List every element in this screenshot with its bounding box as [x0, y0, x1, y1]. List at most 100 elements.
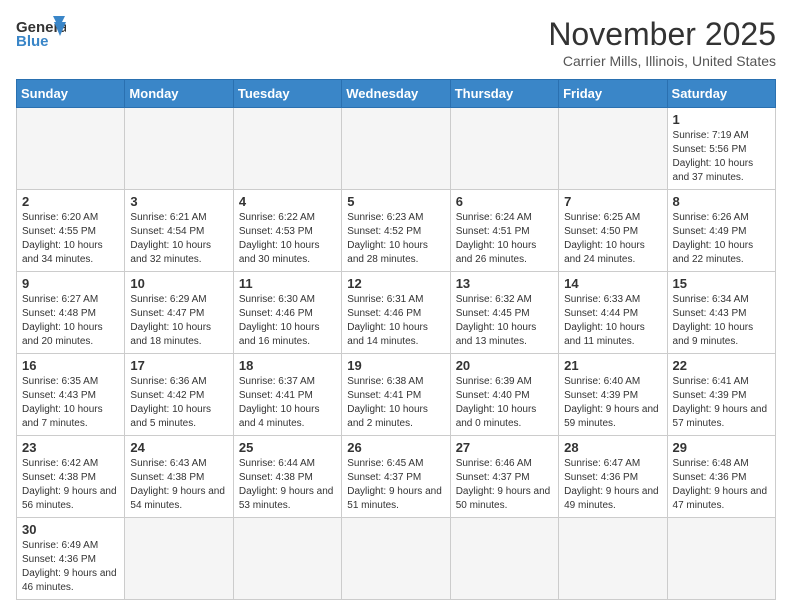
calendar-day-empty: [233, 108, 341, 190]
day-number: 20: [456, 358, 553, 373]
day-info: Sunrise: 6:20 AM Sunset: 4:55 PM Dayligh…: [22, 211, 119, 267]
day-number: 6: [456, 194, 553, 209]
day-number: 28: [564, 440, 661, 455]
day-of-week-saturday: Saturday: [667, 80, 775, 108]
day-info: Sunrise: 6:30 AM Sunset: 4:46 PM Dayligh…: [239, 293, 336, 349]
day-of-week-friday: Friday: [559, 80, 667, 108]
calendar-day-9: 9 Sunrise: 6:27 AM Sunset: 4:48 PM Daylig…: [17, 272, 125, 354]
calendar-day-empty: [342, 518, 450, 600]
day-info: Sunrise: 6:24 AM Sunset: 4:51 PM Dayligh…: [456, 211, 553, 267]
day-of-week-tuesday: Tuesday: [233, 80, 341, 108]
day-number: 29: [673, 440, 770, 455]
month-title: November 2025: [548, 16, 776, 53]
calendar-day-29: 29 Sunrise: 6:48 AM Sunset: 4:36 PM Dayli…: [667, 436, 775, 518]
calendar-day-12: 12Sunrise: 6:31 AM Sunset: 4:46 PM Dayli…: [342, 272, 450, 354]
calendar-day-empty: [125, 518, 233, 600]
day-number: 9: [22, 276, 119, 291]
day-info: Sunrise: 6:25 AM Sunset: 4:50 PM Dayligh…: [564, 211, 661, 267]
day-info: Sunrise: 6:47 AM Sunset: 4:36 PM Dayligh…: [564, 457, 661, 513]
day-number: 24: [130, 440, 227, 455]
day-info: Sunrise: 6:29 AM Sunset: 4:47 PM Dayligh…: [130, 293, 227, 349]
day-info: Sunrise: 6:48 AM Sunset: 4:36 PM Dayligh…: [673, 457, 770, 513]
day-number: 14: [564, 276, 661, 291]
calendar-day-5: 5Sunrise: 6:23 AM Sunset: 4:52 PM Daylig…: [342, 190, 450, 272]
logo-area: General Blue: [16, 16, 66, 52]
day-number: 2: [22, 194, 119, 209]
calendar-day-empty: [559, 108, 667, 190]
day-info: Sunrise: 6:32 AM Sunset: 4:45 PM Dayligh…: [456, 293, 553, 349]
calendar-day-3: 3 Sunrise: 6:21 AM Sunset: 4:54 PM Daylig…: [125, 190, 233, 272]
day-info: Sunrise: 6:26 AM Sunset: 4:49 PM Dayligh…: [673, 211, 770, 267]
calendar-table: SundayMondayTuesdayWednesdayThursdayFrid…: [16, 79, 776, 600]
calendar-day-14: 14Sunrise: 6:33 AM Sunset: 4:44 PM Dayli…: [559, 272, 667, 354]
calendar-day-18: 18Sunrise: 6:37 AM Sunset: 4:41 PM Dayli…: [233, 354, 341, 436]
day-info: Sunrise: 6:45 AM Sunset: 4:37 PM Dayligh…: [347, 457, 444, 513]
day-number: 4: [239, 194, 336, 209]
day-number: 7: [564, 194, 661, 209]
day-info: Sunrise: 6:38 AM Sunset: 4:41 PM Dayligh…: [347, 375, 444, 431]
calendar-day-10: 10Sunrise: 6:29 AM Sunset: 4:47 PM Dayli…: [125, 272, 233, 354]
calendar-day-16: 16 Sunrise: 6:35 AM Sunset: 4:43 PM Dayli…: [17, 354, 125, 436]
day-number: 17: [130, 358, 227, 373]
day-number: 19: [347, 358, 444, 373]
day-number: 8: [673, 194, 770, 209]
calendar-week-row: 9 Sunrise: 6:27 AM Sunset: 4:48 PM Daylig…: [17, 272, 776, 354]
day-of-week-wednesday: Wednesday: [342, 80, 450, 108]
calendar-day-28: 28 Sunrise: 6:47 AM Sunset: 4:36 PM Dayli…: [559, 436, 667, 518]
day-number: 12: [347, 276, 444, 291]
day-number: 23: [22, 440, 119, 455]
day-info: Sunrise: 6:37 AM Sunset: 4:41 PM Dayligh…: [239, 375, 336, 431]
calendar-day-20: 20Sunrise: 6:39 AM Sunset: 4:40 PM Dayli…: [450, 354, 558, 436]
calendar-week-row: 2 Sunrise: 6:20 AM Sunset: 4:55 PM Daylig…: [17, 190, 776, 272]
calendar-day-26: 26Sunrise: 6:45 AM Sunset: 4:37 PM Dayli…: [342, 436, 450, 518]
day-info: Sunrise: 6:34 AM Sunset: 4:43 PM Dayligh…: [673, 293, 770, 349]
day-info: Sunrise: 6:42 AM Sunset: 4:38 PM Dayligh…: [22, 457, 119, 513]
calendar-day-15: 15 Sunrise: 6:34 AM Sunset: 4:43 PM Dayli…: [667, 272, 775, 354]
day-number: 5: [347, 194, 444, 209]
day-info: Sunrise: 6:21 AM Sunset: 4:54 PM Dayligh…: [130, 211, 227, 267]
day-of-week-thursday: Thursday: [450, 80, 558, 108]
day-number: 3: [130, 194, 227, 209]
calendar-day-21: 21Sunrise: 6:40 AM Sunset: 4:39 PM Dayli…: [559, 354, 667, 436]
calendar-day-22: 22 Sunrise: 6:41 AM Sunset: 4:39 PM Dayli…: [667, 354, 775, 436]
day-info: Sunrise: 6:46 AM Sunset: 4:37 PM Dayligh…: [456, 457, 553, 513]
calendar-day-empty: [233, 518, 341, 600]
calendar-header-row: SundayMondayTuesdayWednesdayThursdayFrid…: [17, 80, 776, 108]
calendar-day-8: 8 Sunrise: 6:26 AM Sunset: 4:49 PM Daylig…: [667, 190, 775, 272]
calendar-day-empty: [450, 518, 558, 600]
calendar-day-11: 11 Sunrise: 6:30 AM Sunset: 4:46 PM Dayli…: [233, 272, 341, 354]
calendar-day-empty: [342, 108, 450, 190]
calendar-day-empty: [17, 108, 125, 190]
day-number: 13: [456, 276, 553, 291]
day-number: 22: [673, 358, 770, 373]
calendar-day-4: 4 Sunrise: 6:22 AM Sunset: 4:53 PM Daylig…: [233, 190, 341, 272]
day-info: Sunrise: 6:49 AM Sunset: 4:36 PM Dayligh…: [22, 539, 119, 595]
calendar-day-17: 17 Sunrise: 6:36 AM Sunset: 4:42 PM Dayli…: [125, 354, 233, 436]
calendar-day-25: 25Sunrise: 6:44 AM Sunset: 4:38 PM Dayli…: [233, 436, 341, 518]
title-area: November 2025 Carrier Mills, Illinois, U…: [548, 16, 776, 69]
calendar-week-row: 16 Sunrise: 6:35 AM Sunset: 4:43 PM Dayli…: [17, 354, 776, 436]
day-of-week-sunday: Sunday: [17, 80, 125, 108]
day-info: Sunrise: 6:22 AM Sunset: 4:53 PM Dayligh…: [239, 211, 336, 267]
calendar-day-empty: [559, 518, 667, 600]
day-of-week-monday: Monday: [125, 80, 233, 108]
day-number: 1: [673, 112, 770, 127]
day-number: 15: [673, 276, 770, 291]
calendar-day-7: 7 Sunrise: 6:25 AM Sunset: 4:50 PM Daylig…: [559, 190, 667, 272]
day-info: Sunrise: 6:27 AM Sunset: 4:48 PM Dayligh…: [22, 293, 119, 349]
calendar-day-6: 6 Sunrise: 6:24 AM Sunset: 4:51 PM Daylig…: [450, 190, 558, 272]
day-number: 27: [456, 440, 553, 455]
day-number: 11: [239, 276, 336, 291]
calendar-day-27: 27 Sunrise: 6:46 AM Sunset: 4:37 PM Dayli…: [450, 436, 558, 518]
calendar-day-2: 2 Sunrise: 6:20 AM Sunset: 4:55 PM Daylig…: [17, 190, 125, 272]
calendar-week-row: 30 Sunrise: 6:49 AM Sunset: 4:36 PM Dayli…: [17, 518, 776, 600]
day-number: 21: [564, 358, 661, 373]
page-header: General Blue November 2025 Carrier Mills…: [16, 16, 776, 69]
day-number: 30: [22, 522, 119, 537]
generalblue-logo-icon: General Blue: [16, 16, 66, 52]
day-info: Sunrise: 6:35 AM Sunset: 4:43 PM Dayligh…: [22, 375, 119, 431]
day-number: 16: [22, 358, 119, 373]
day-info: Sunrise: 6:41 AM Sunset: 4:39 PM Dayligh…: [673, 375, 770, 431]
day-info: Sunrise: 7:19 AM Sunset: 5:56 PM Dayligh…: [673, 129, 770, 185]
day-info: Sunrise: 6:36 AM Sunset: 4:42 PM Dayligh…: [130, 375, 227, 431]
